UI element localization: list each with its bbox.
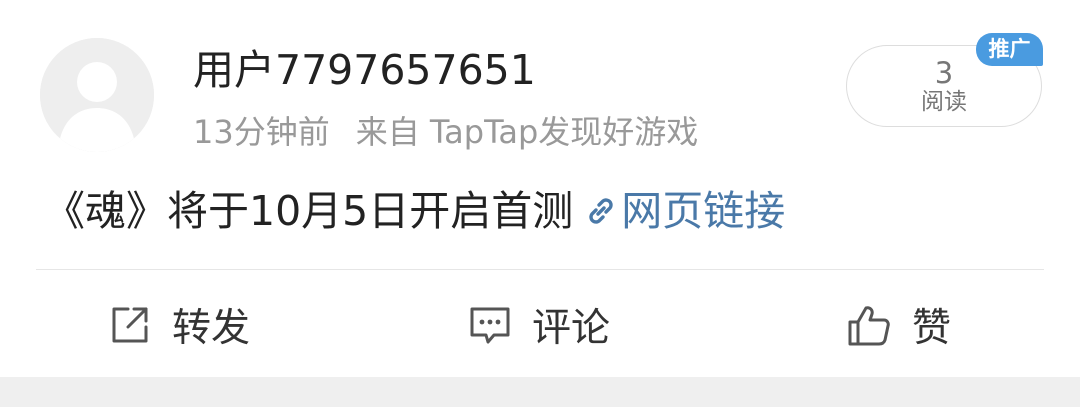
forward-label: 转发 bbox=[172, 306, 251, 351]
web-link[interactable]: 网页链接 bbox=[621, 187, 785, 235]
post-content: 《魂》将于10月5日开启首测 网页链接 bbox=[44, 184, 785, 238]
promoted-badge: 推广 bbox=[976, 33, 1043, 66]
feed-post-card: 用户7797657651 13分钟前 来自 TapTap发现好游戏 3 阅读 推广… bbox=[0, 0, 1080, 377]
thumbs-up-icon bbox=[846, 302, 892, 348]
username[interactable]: 用户7797657651 bbox=[193, 44, 536, 96]
link-icon[interactable] bbox=[583, 188, 619, 224]
post-meta: 13分钟前 来自 TapTap发现好游戏 bbox=[193, 111, 698, 153]
user-avatar[interactable] bbox=[40, 38, 154, 152]
like-label: 赞 bbox=[912, 306, 952, 351]
comment-button[interactable]: 评论 bbox=[468, 296, 610, 354]
post-text: 《魂》将于10月5日开启首测 bbox=[44, 187, 574, 235]
share-icon bbox=[108, 303, 152, 347]
feed-separator bbox=[0, 377, 1080, 407]
post-time: 13分钟前 bbox=[193, 113, 330, 151]
default-avatar-icon bbox=[40, 38, 154, 152]
like-button[interactable]: 赞 bbox=[846, 296, 951, 354]
comment-label: 评论 bbox=[532, 306, 611, 351]
post-source[interactable]: 来自 TapTap发现好游戏 bbox=[356, 113, 699, 151]
comment-icon bbox=[468, 303, 512, 347]
forward-button[interactable]: 转发 bbox=[108, 296, 250, 354]
divider bbox=[36, 269, 1044, 270]
read-label: 阅读 bbox=[921, 89, 967, 115]
